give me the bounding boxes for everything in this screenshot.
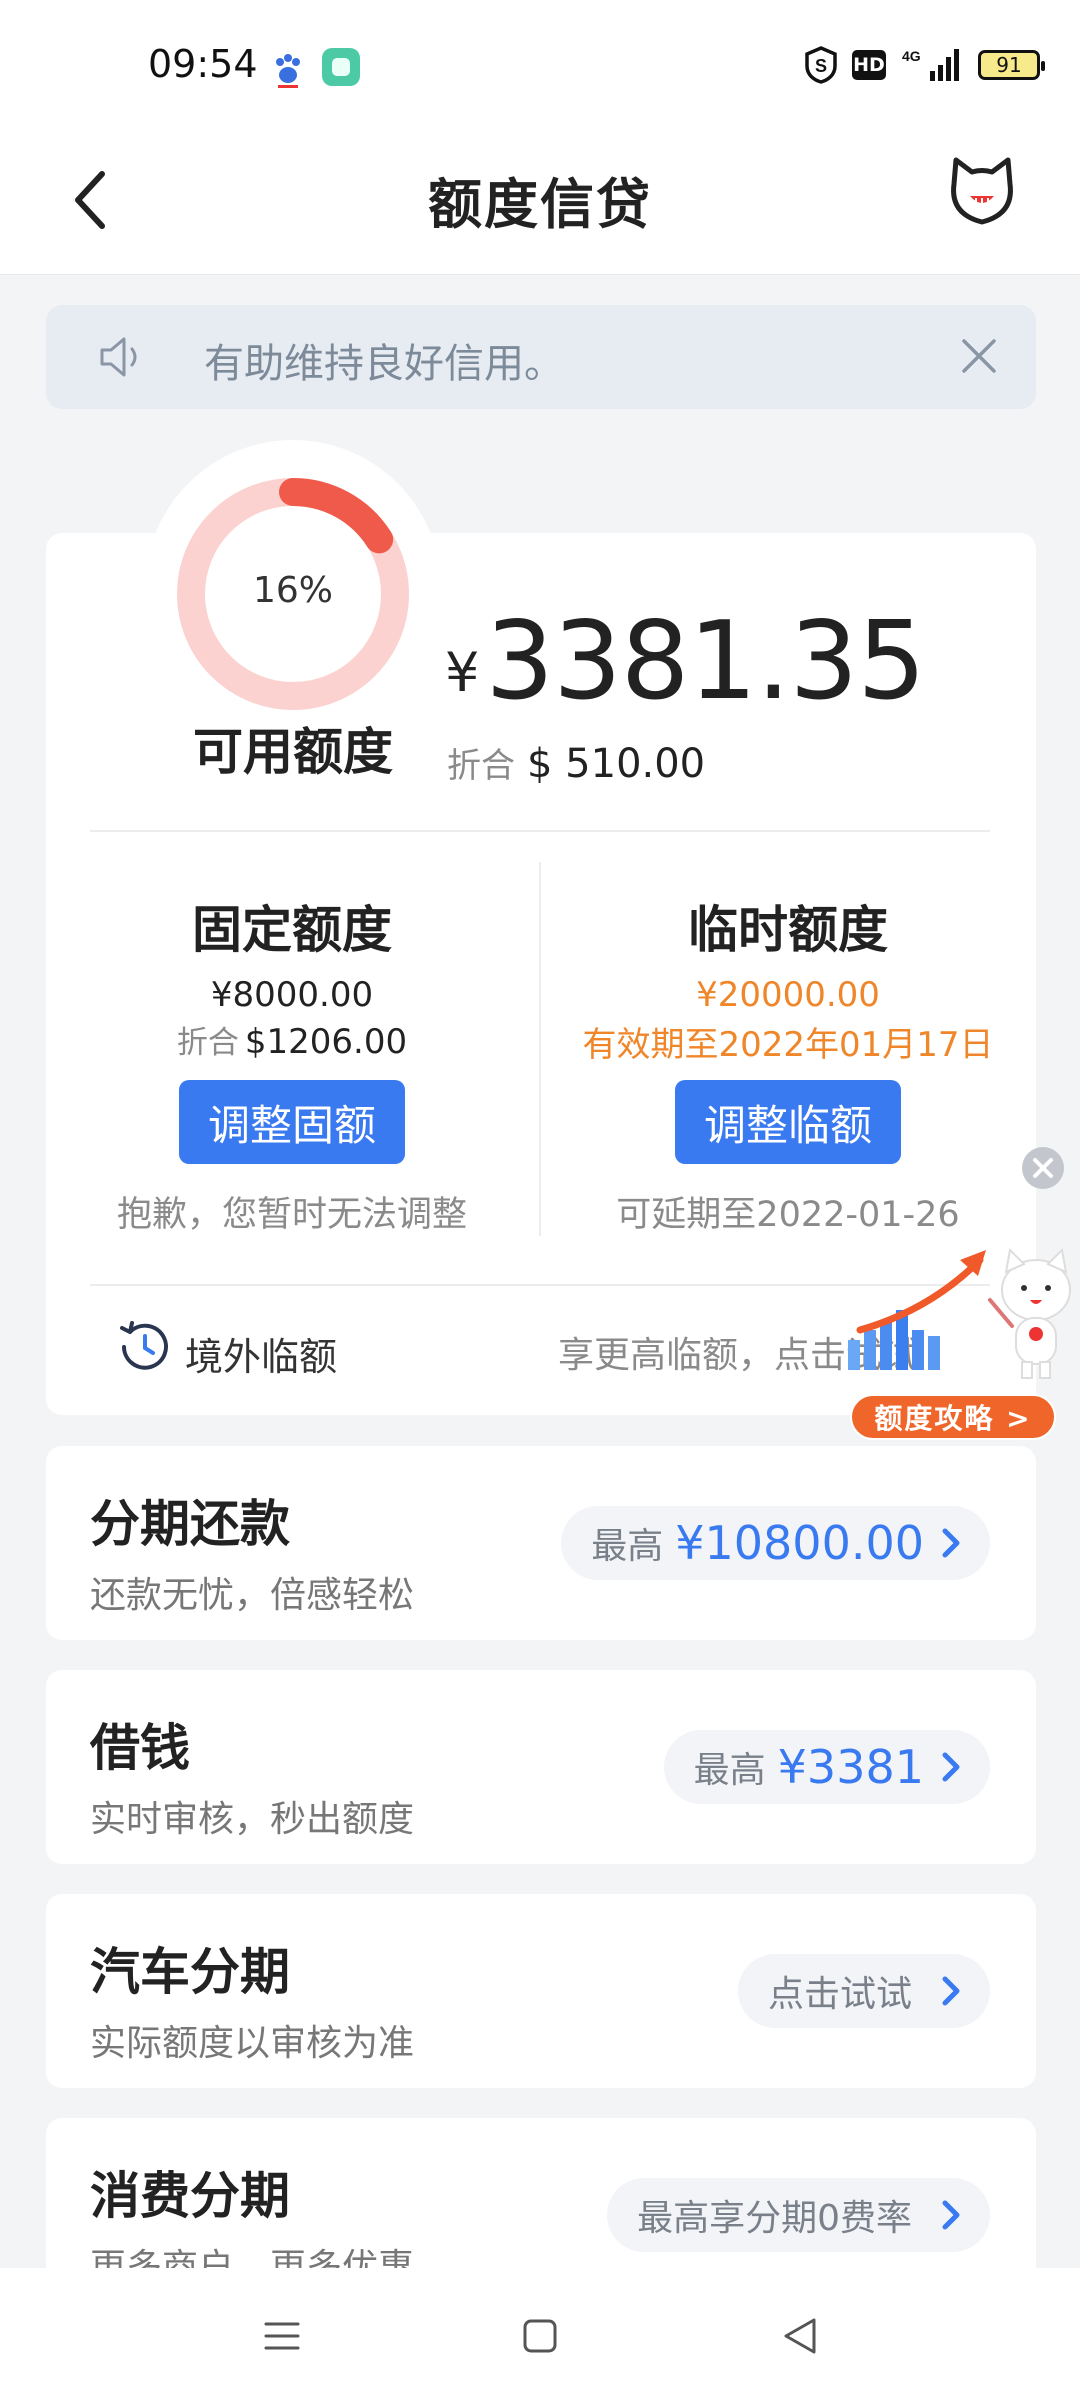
fixed-limit-note: 抱歉，您暂时无法调整: [116, 1195, 467, 1235]
service-card-borrow[interactable]: 借钱 实时审核，秒出额度 最高 ¥3381: [46, 1670, 1036, 1864]
pill-prefix: 最高: [591, 1526, 664, 1567]
chevron-right-icon: [942, 2200, 960, 2230]
chevron-right-icon: [942, 1528, 960, 1558]
notice-text: 有助维持良好信用。: [204, 341, 564, 387]
divider: [90, 830, 990, 832]
usd-prefix: 折合: [447, 746, 515, 786]
available-amount-value: 3381.35: [485, 599, 926, 724]
pill-value: ¥10800.00: [675, 1516, 924, 1570]
fixed-limit-title: 固定额度: [192, 901, 392, 959]
notice-banner[interactable]: 有助维持良好信用。: [46, 305, 1036, 409]
mascot-chart-icon[interactable]: [840, 1230, 1080, 1398]
signal-icon: 4G: [902, 48, 959, 81]
service-title: 汽车分期: [90, 1943, 290, 2001]
clock-refresh-icon: [120, 1321, 168, 1370]
service-pill[interactable]: 最高 ¥10800.00: [561, 1506, 990, 1580]
nav-bar: 额度信贷: [0, 130, 1080, 275]
back-triangle-icon[interactable]: [780, 2314, 820, 2358]
fixed-usd-amount: $1206.00: [244, 1022, 408, 1062]
credit-guide-button[interactable]: 额度攻略 >: [850, 1394, 1056, 1440]
home-icon[interactable]: [520, 2316, 560, 2356]
available-label: 可用额度: [193, 723, 393, 781]
adjust-fixed-button[interactable]: 调整固额: [179, 1080, 405, 1164]
fixed-limit-usd: 折合 $1206.00: [67, 1017, 517, 1062]
service-subtitle: 实时审核，秒出额度: [90, 1799, 415, 1840]
usage-percent: 16%: [252, 570, 333, 611]
temporary-limit-validity: 有效期至2022年01月17日: [582, 1025, 994, 1065]
overseas-limit-label[interactable]: 境外临额: [185, 1326, 337, 1381]
menu-icon[interactable]: [262, 2316, 302, 2356]
baidu-paw-icon: [276, 54, 300, 88]
page-title: 额度信贷: [428, 173, 652, 236]
status-time: 09:54: [148, 42, 258, 86]
service-card-installment[interactable]: 分期还款 还款无忧，倍感轻松 最高 ¥10800.00: [46, 1446, 1036, 1640]
service-title: 消费分期: [90, 2167, 290, 2225]
temporary-limit-amount: ¥20000.00: [696, 975, 880, 1015]
network-type: 4G: [902, 48, 921, 64]
status-bar: 09:54 S HD 4G 91: [0, 0, 1080, 130]
temporary-limit-title: 临时额度: [688, 901, 888, 959]
service-title: 分期还款: [90, 1495, 290, 1553]
fixed-usd-prefix: 折合: [176, 1025, 239, 1061]
pill-prefix: 点击试试: [767, 1974, 912, 2015]
service-subtitle: 实际额度以审核为准: [90, 2023, 415, 2064]
pill-value: ¥3381: [777, 1740, 924, 1794]
available-amount: ¥ 3381.35: [445, 599, 926, 724]
service-pill[interactable]: 最高享分期0费率: [607, 2178, 990, 2252]
adjust-temporary-button[interactable]: 调整临额: [675, 1080, 901, 1164]
status-indicators: S HD 4G 91: [804, 46, 1045, 84]
close-icon[interactable]: [958, 335, 1000, 377]
divider-vertical: [539, 862, 541, 1236]
currency-symbol: ¥: [445, 641, 480, 704]
pill-prefix: 最高享分期0费率: [637, 2198, 912, 2239]
app-notification-icon: [322, 48, 360, 86]
cat-mascot-icon[interactable]: [944, 154, 1020, 230]
pill-prefix: 最高: [693, 1750, 766, 1791]
system-nav-bar: [0, 2268, 1080, 2400]
service-pill[interactable]: 点击试试: [737, 1954, 990, 2028]
battery-icon: 91: [978, 50, 1045, 80]
service-subtitle: 还款无忧，倍感轻松: [90, 1575, 415, 1616]
usd-equivalent: 折合 $ 510.00: [447, 738, 705, 787]
chevron-right-icon: [942, 1752, 960, 1782]
hd-badge: HD: [852, 50, 886, 80]
promo-close-icon[interactable]: [1021, 1146, 1065, 1190]
shield-icon: S: [805, 46, 837, 84]
chevron-right-icon: [942, 1976, 960, 2006]
svg-text:S: S: [815, 56, 827, 76]
service-card-car-loan[interactable]: 汽车分期 实际额度以审核为准 点击试试: [46, 1894, 1036, 2088]
service-pill[interactable]: 最高 ¥3381: [663, 1730, 990, 1804]
speaker-icon: [100, 337, 137, 377]
service-title: 借钱: [90, 1719, 190, 1777]
fixed-limit-amount: ¥8000.00: [210, 975, 374, 1015]
usd-amount: $ 510.00: [527, 741, 706, 787]
